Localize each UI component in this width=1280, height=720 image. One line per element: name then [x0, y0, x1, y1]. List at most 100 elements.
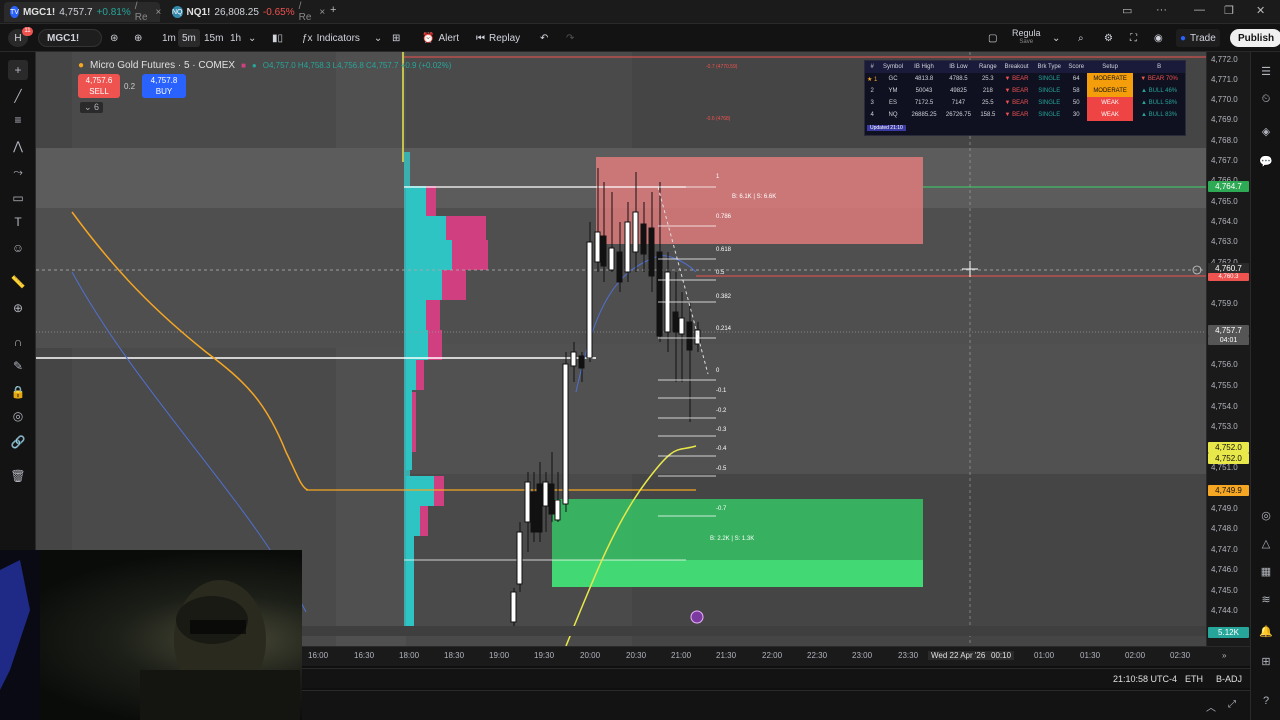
ideas-icon[interactable]: △ — [1257, 534, 1275, 552]
indicator-toggle[interactable]: ⌄ 6 — [80, 102, 104, 113]
watchlist-icon[interactable]: ☰ — [1257, 62, 1275, 80]
replay-button[interactable]: ⏮ Replay — [472, 29, 524, 47]
interval-15m[interactable]: 15m — [200, 29, 227, 47]
col-setup: Setup — [1087, 61, 1134, 73]
price-label: 4,753.0 — [1211, 422, 1238, 431]
sell-label: SELL — [89, 87, 109, 96]
ib-low: 49825 — [950, 88, 967, 94]
maximize-icon[interactable]: ❐ — [1224, 4, 1234, 17]
minimize-icon[interactable]: — — [1194, 4, 1205, 16]
tab-change: +0.81% — [96, 6, 131, 18]
range: 25.5 — [981, 100, 994, 106]
tab-symbol: NQ1! — [186, 6, 211, 18]
geometric-shapes-icon[interactable]: ▭ — [8, 188, 28, 208]
ruler-icon[interactable]: 📏 — [8, 272, 28, 292]
zoom-in-icon[interactable]: ⊕ — [8, 298, 28, 318]
chart-toolbar: H 11 MGC1! ⊛ ⊕ 1m 5m 15m 1h ⌄ ▮▯ ƒx Indic… — [0, 24, 1280, 52]
price-label: 4,751.0 — [1211, 463, 1238, 472]
tab-symbol: MGC1! — [22, 6, 56, 18]
cast-icon[interactable]: ▭ — [1122, 4, 1132, 17]
tab-close-icon[interactable]: × — [319, 7, 325, 18]
trash-icon[interactable]: 🗑 — [8, 466, 28, 486]
help-icon[interactable]: ? — [1257, 692, 1275, 710]
target-icon[interactable]: ◎ — [1257, 506, 1275, 524]
magnet-icon[interactable]: ∩ — [8, 332, 28, 352]
price-scale[interactable]: 4,772.0 4,771.0 4,770.0 4,769.0 4,768.0 … — [1206, 52, 1250, 646]
last-price-tag: 4,757.7 — [1208, 325, 1249, 336]
layers-icon[interactable]: ◈ — [1257, 122, 1275, 140]
calendar-icon[interactable]: ▦ — [1257, 562, 1275, 580]
layout-dropdown-icon[interactable]: ⌄ — [1048, 29, 1064, 47]
sell-button[interactable]: 4,757.6 SELL — [78, 74, 120, 98]
ib-low: 26726.75 — [945, 112, 971, 118]
trade-icon: ● — [1180, 32, 1187, 44]
bias: ▼ BEAR 70% — [1140, 76, 1178, 82]
interval-1h[interactable]: 1h — [226, 29, 245, 47]
notifications-bell-icon[interactable]: 🔔 — [1257, 622, 1275, 640]
buy-button[interactable]: 4,757.8 BUY — [142, 74, 186, 98]
col-bias: B — [1133, 61, 1185, 73]
tab-close-icon[interactable]: × — [156, 7, 162, 18]
chat-icon[interactable]: 💬 — [1257, 152, 1275, 170]
browser-tab-nq[interactable]: NQ NQ1! 26,808.25 -0.65% / Re × — [166, 1, 326, 23]
alert-button[interactable]: ⏰ Alert — [418, 29, 463, 47]
add-symbol-icon[interactable]: ⊕ — [130, 29, 146, 47]
undo-icon[interactable]: ↶ — [536, 29, 552, 47]
go-to-realtime-icon[interactable]: » — [1222, 651, 1226, 660]
indicators-button[interactable]: ƒx Indicators ⌄ — [298, 29, 386, 47]
forecast-tool-icon[interactable]: ⤳ — [8, 162, 28, 182]
interval-5m[interactable]: 5m — [178, 29, 200, 47]
close-window-icon[interactable]: ✕ — [1256, 4, 1265, 17]
templates-icon[interactable]: ⊞ — [388, 29, 404, 47]
redo-icon[interactable]: ↷ — [562, 29, 578, 47]
chart-legend[interactable]: ● Micro Gold Futures · 5 · COMEX ■ ● O4,… — [78, 58, 451, 72]
flag-icon[interactable]: ■ — [241, 61, 246, 70]
apps-grid-icon[interactable]: ⊞ — [1257, 652, 1275, 670]
stay-drawing-icon[interactable]: ✎ — [8, 356, 28, 376]
text-tool-icon[interactable]: T — [8, 212, 28, 232]
lock-icon[interactable]: 🔒 — [8, 382, 28, 402]
crosshair-tool-icon[interactable]: + — [8, 60, 28, 80]
time-label: 20:30 — [626, 651, 647, 660]
trade-button[interactable]: ● Trade — [1176, 29, 1220, 47]
fib-tool-icon[interactable]: ≡ — [8, 110, 28, 130]
news-icon[interactable]: ≋ — [1257, 590, 1275, 608]
camera-icon[interactable]: ◉ — [1150, 29, 1167, 47]
link-icon[interactable]: 🔗 — [8, 432, 28, 452]
pattern-tool-icon[interactable]: ⋀ — [8, 136, 28, 156]
new-tab-button[interactable]: + — [330, 4, 336, 16]
maximize-panel-icon[interactable]: ⤢ — [1228, 699, 1236, 710]
time-label-date: Wed 22 Apr '26 — [928, 651, 989, 660]
price-label: 4,745.0 — [1211, 586, 1238, 595]
rank: 3 — [870, 100, 874, 106]
symbol-compare-icon[interactable]: ⊛ — [106, 29, 122, 47]
replay-marker-icon[interactable] — [690, 610, 704, 624]
fullscreen-frame-icon[interactable]: ▢ — [984, 29, 1001, 47]
collapse-panel-icon[interactable]: ︿ — [1206, 699, 1216, 714]
ib-high: 26885.25 — [911, 112, 937, 118]
change-value: +0.9 (+0.02%) — [400, 60, 452, 70]
tab-suffix: / Re — [134, 1, 148, 23]
more-icon[interactable]: ··· — [1156, 4, 1167, 16]
layout-selector[interactable]: Regula Save — [1012, 29, 1041, 47]
alerts-clock-icon[interactable]: ⏲ — [1257, 90, 1275, 108]
publish-button[interactable]: Publish — [1230, 29, 1280, 47]
browser-tab-mgc[interactable]: TV MGC1! 4,757.7 +0.81% / Re × — [4, 1, 162, 23]
adjust-toggle[interactable]: B-ADJ — [1216, 674, 1242, 684]
clock[interactable]: 21:10:58 UTC-4 — [1113, 674, 1177, 684]
range: 158.5 — [980, 112, 996, 118]
session-toggle[interactable]: ETH — [1185, 674, 1203, 684]
emoji-tool-icon[interactable]: ☺ — [8, 238, 28, 258]
col-brk-type: Brk Type — [1033, 61, 1066, 73]
symbol-search[interactable]: MGC1! — [38, 29, 102, 47]
interval-1m[interactable]: 1m — [158, 29, 180, 47]
time-label: 02:30 — [1170, 651, 1191, 660]
eye-icon[interactable]: ◎ — [8, 406, 28, 426]
tab-price: 26,808.25 — [214, 6, 259, 18]
quick-search-icon[interactable]: ⌕ — [1074, 29, 1088, 47]
candle-type-icon[interactable]: ▮▯ — [268, 29, 287, 47]
interval-dropdown-icon[interactable]: ⌄ — [244, 29, 260, 47]
fullscreen-icon[interactable]: ⛶ — [1126, 29, 1141, 47]
settings-gear-icon[interactable]: ⚙ — [1100, 29, 1117, 47]
trendline-tool-icon[interactable]: ╱ — [8, 86, 28, 106]
